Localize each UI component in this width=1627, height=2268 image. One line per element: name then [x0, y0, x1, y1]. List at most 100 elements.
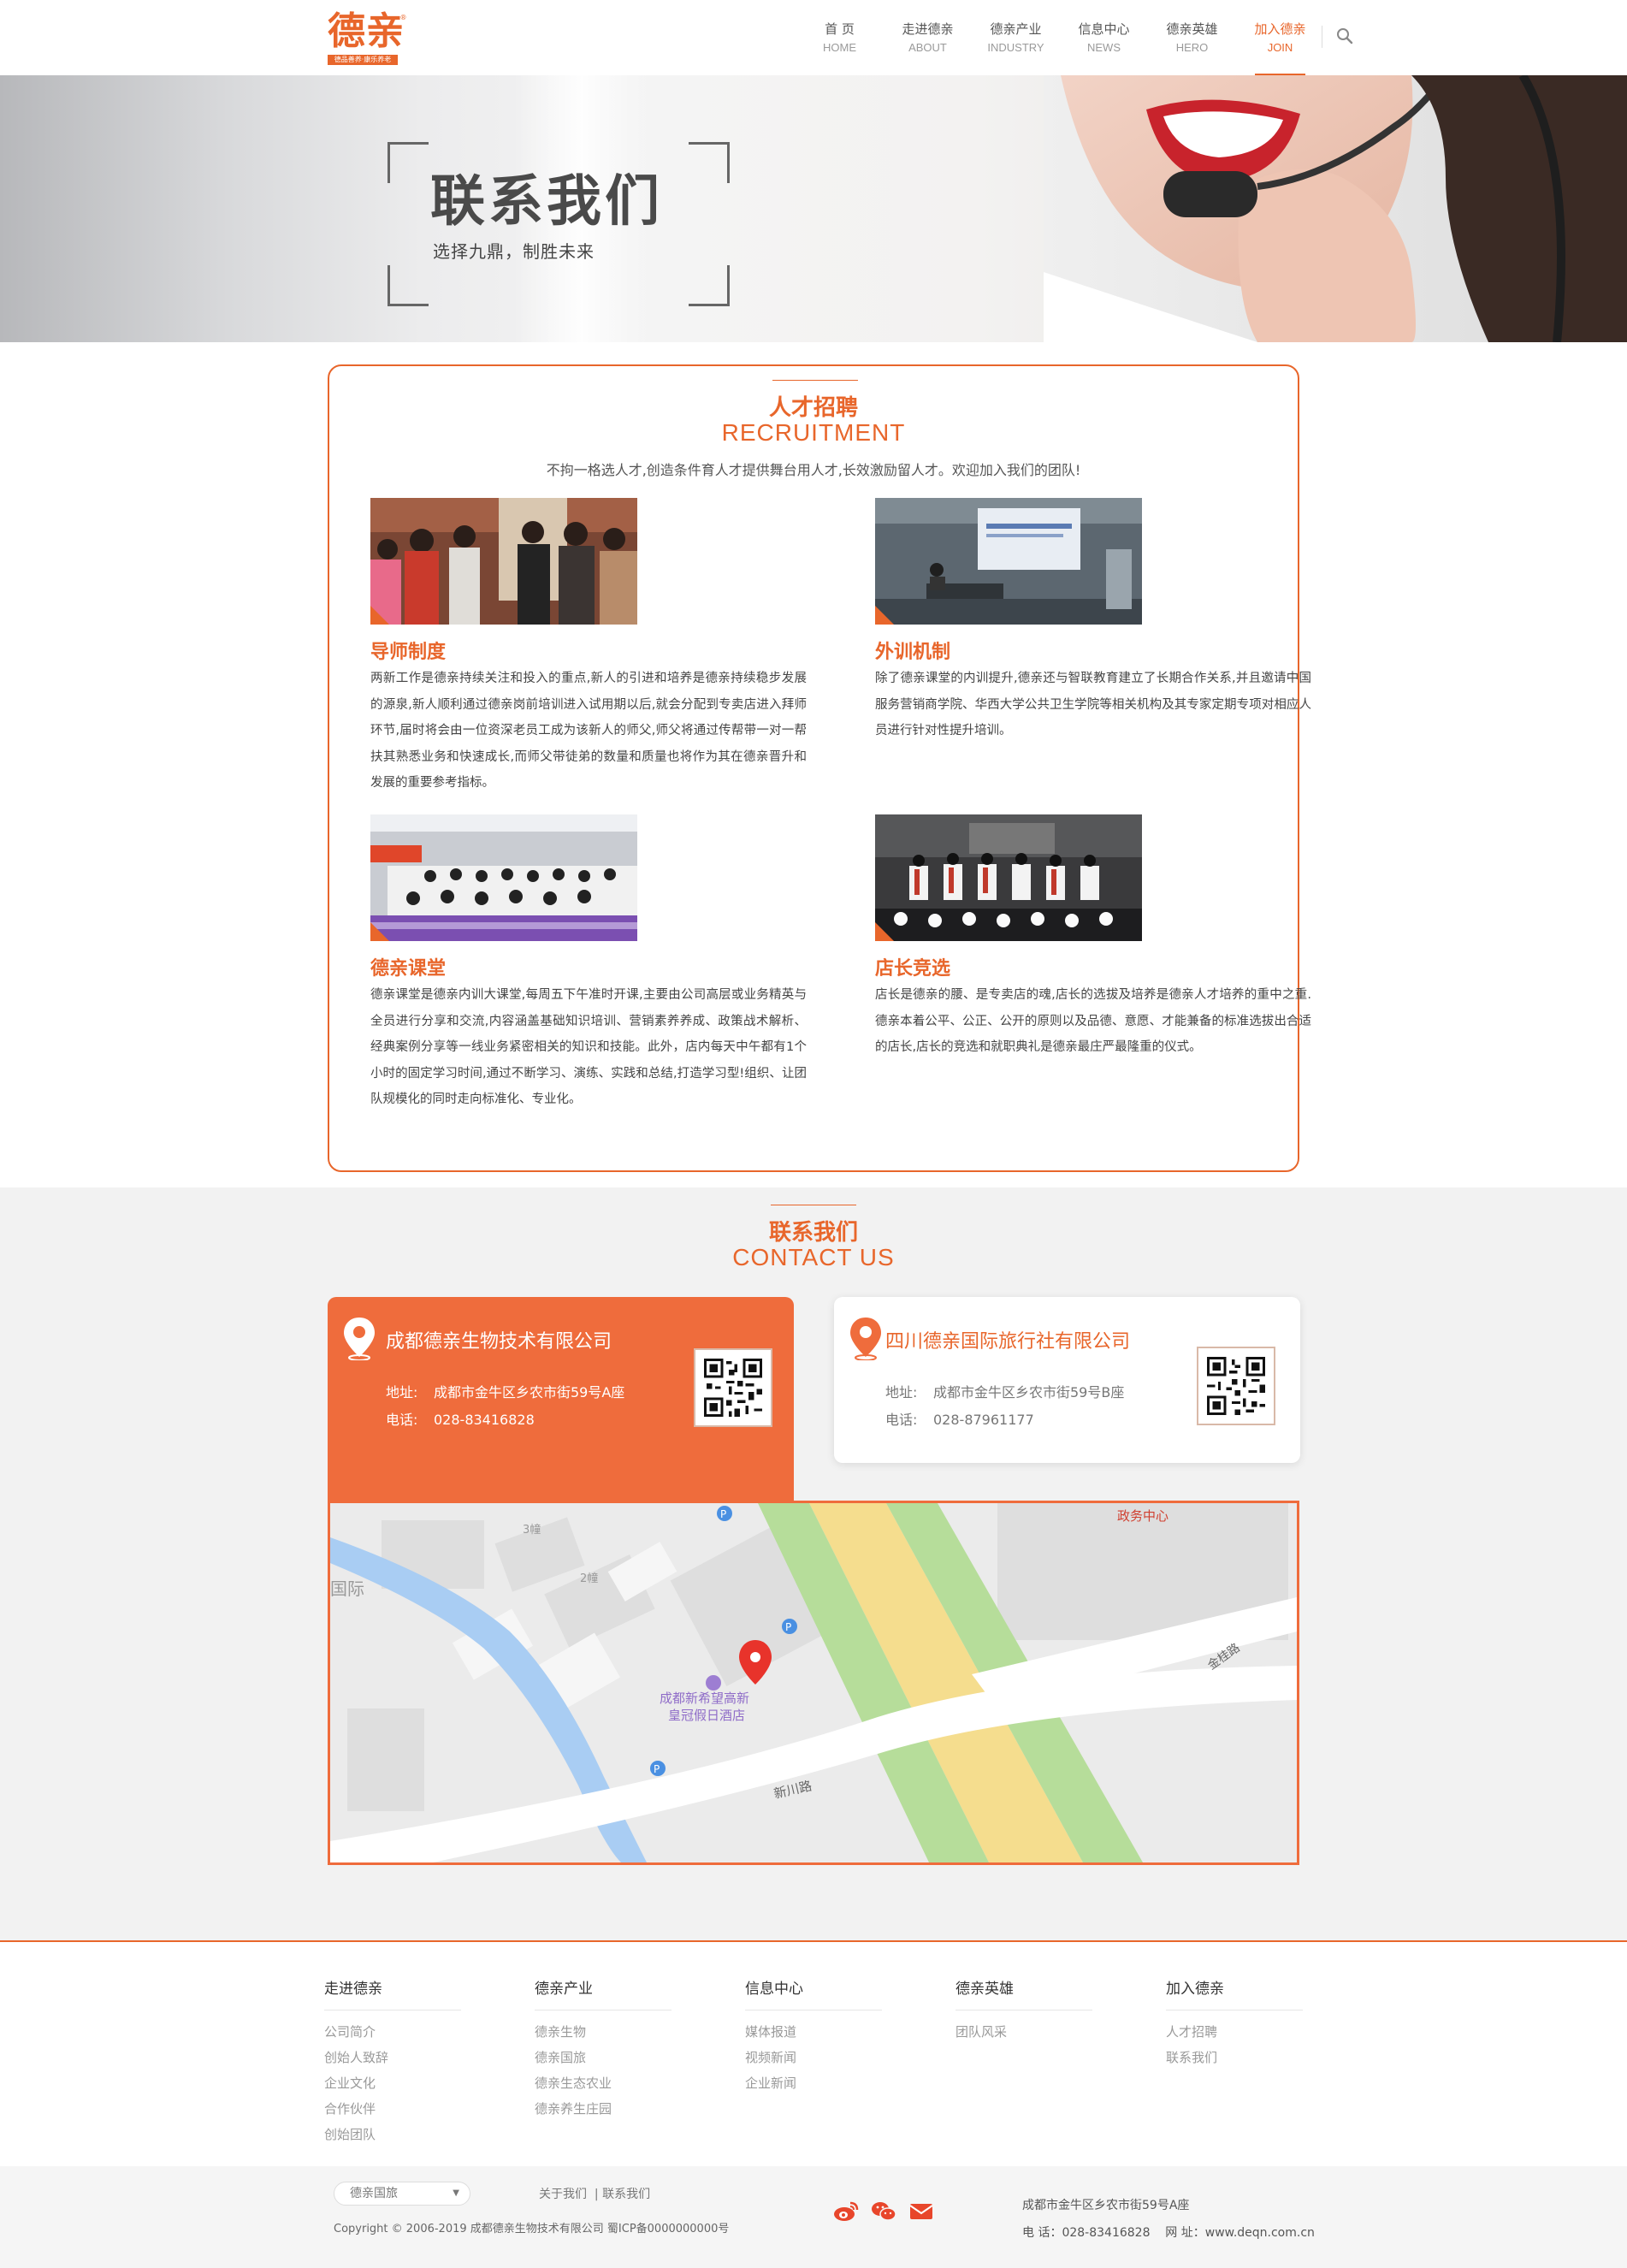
site-logo[interactable]: 德亲 德品善养·康乐养老 ®: [328, 10, 413, 65]
search-icon[interactable]: [1334, 26, 1355, 46]
recruit-item-text: 两新工作是德亲持续关注和投入的重点,新人的引进和培养是德亲持续稳步发展的源泉,新…: [370, 672, 807, 790]
nav-join[interactable]: 加入德亲 JOIN: [1236, 19, 1324, 75]
wechat-icon[interactable]: [871, 2200, 896, 2223]
footer-link[interactable]: 公司简介: [324, 2019, 512, 2045]
footer-column-hero: 德亲英雄 团队风采: [955, 1976, 1144, 2045]
location-pin-icon: [850, 1318, 881, 1360]
footer-link[interactable]: 企业文化: [324, 2070, 512, 2096]
location-map[interactable]: 新川路 金桂路 国际 3幢 2幢 政务中心 成都新希望高新 皇冠假日酒店 P P…: [328, 1501, 1299, 1865]
footer-bottom: 德亲国旅 ▼ 关于我们 | 联系我们 Copyright © 2006-2019…: [0, 2166, 1627, 2268]
map-poi-label: 政务中心: [1117, 1508, 1168, 1524]
copyright-text: Copyright © 2006-2019 成都德亲生物技术有限公司 蜀ICP备…: [334, 2223, 730, 2235]
footer-link[interactable]: 德亲生态农业: [535, 2070, 723, 2096]
page-subtitle: 选择九鼎，制胜未来: [433, 241, 595, 262]
footer-link[interactable]: 企业新闻: [745, 2070, 933, 2096]
footer-link[interactable]: 创始人致辞: [324, 2045, 512, 2070]
footer-phone: 028-83416828: [1062, 2226, 1151, 2240]
map-building-label: 3幢: [523, 1523, 541, 1537]
logo-tagline: 德品善养·康乐养老: [328, 55, 398, 65]
about-link[interactable]: 关于我们: [539, 2188, 587, 2201]
mentor-photo: [370, 498, 637, 625]
recruitment-title-en: RECRUITMENT: [721, 419, 906, 446]
site-select-dropdown[interactable]: 德亲国旅 ▼: [334, 2182, 470, 2206]
company-card-travel[interactable]: 四川德亲国际旅行社有限公司 地址: 成都市金牛区乡农市街59号B座 电话: 028-…: [834, 1297, 1300, 1463]
footer-link[interactable]: 合作伙伴: [324, 2096, 512, 2122]
page-title: 联系我们: [430, 170, 663, 234]
main-nav: 首 页 HOME 走进德亲 ABOUT 德亲产业 INDUSTRY 信息中心 N…: [796, 19, 1324, 75]
classroom-photo: [370, 814, 637, 941]
footer-link[interactable]: 德亲国旅: [535, 2045, 723, 2070]
recruit-item-classroom: 德亲课堂 德亲课堂是德亲内训大课堂,每周五下午准时开课,主要由公司高层或业务精英…: [370, 814, 807, 1113]
map-hotel-label: 成都新希望高新: [660, 1691, 749, 1706]
company-name: 四川德亲国际旅行社有限公司: [885, 1331, 1131, 1353]
external-training-photo: [875, 498, 1142, 625]
social-icons: [833, 2200, 934, 2223]
recruitment-description: 不拘一格选人才,创造条件育人才提供舞台用人才,长效激励留人才。欢迎加入我们的团队…: [546, 462, 1081, 478]
company-address: 成都市金牛区乡农市街59号A座: [434, 1384, 625, 1400]
location-pin-icon: [344, 1318, 375, 1360]
footer-bottom-links: 关于我们 | 联系我们: [539, 2188, 651, 2201]
footer-column-title: 德亲英雄: [955, 1976, 1092, 2010]
chevron-down-icon: ▼: [453, 2188, 459, 2198]
recruit-item-title: 外训机制: [875, 642, 951, 663]
footer-column-title: 信息中心: [745, 1976, 882, 2010]
nav-home[interactable]: 首 页 HOME: [796, 19, 884, 75]
banner-photo-customer-service: [1044, 75, 1627, 342]
svg-text:P: P: [720, 1508, 726, 1520]
qr-code: [694, 1348, 772, 1427]
recruit-item-text: 德亲课堂是德亲内训大课堂,每周五下午准时开课,主要由公司高层或业务精英与全员进行…: [370, 988, 807, 1106]
footer-column-news: 信息中心 媒体报道 视频新闻 企业新闻: [745, 1976, 933, 2096]
nav-hero[interactable]: 德亲英雄 HERO: [1148, 19, 1236, 75]
nav-about[interactable]: 走进德亲 ABOUT: [884, 19, 972, 75]
site-select-value: 德亲国旅: [350, 2187, 398, 2200]
contact-title: 联系我们: [768, 1220, 858, 1246]
company-card-biotech[interactable]: 成都德亲生物技术有限公司 地址: 成都市金牛区乡农市街59号A座 电话: 028-8…: [328, 1297, 794, 1502]
contact-link[interactable]: 联系我们: [602, 2188, 650, 2201]
footer-link[interactable]: 创始团队: [324, 2122, 512, 2147]
logo-registered-mark: ®: [399, 14, 407, 21]
recruit-item-external-training: 外训机制 除了德亲课堂的内训提升,德亲还与智联教育建立了长期合作关系,并且邀请中…: [875, 498, 1311, 744]
svg-text:P: P: [785, 1621, 791, 1633]
footer-link[interactable]: 联系我们: [1166, 2045, 1354, 2070]
nav-industry[interactable]: 德亲产业 INDUSTRY: [972, 19, 1060, 75]
footer-column-about: 走进德亲 公司简介 创始人致辞 企业文化 合作伙伴 创始团队: [324, 1976, 512, 2147]
recruitment-section: 人才招聘 RECRUITMENT 不拘一格选人才,创造条件育人才提供舞台用人才,…: [328, 364, 1311, 1172]
footer-column-industry: 德亲产业 德亲生物 德亲国旅 德亲生态农业 德亲养生庄园: [535, 1976, 723, 2122]
recruit-item-title: 德亲课堂: [370, 958, 447, 980]
footer-link[interactable]: 视频新闻: [745, 2045, 933, 2070]
page-banner: 联系我们 选择九鼎，制胜未来: [0, 75, 1627, 342]
site-header: 德亲 德品善养·康乐养老 ® 首 页 HOME 走进德亲 ABOUT 德亲产业 …: [0, 0, 1627, 75]
recruitment-title: 人才招聘: [768, 395, 858, 421]
map-building-label: 2幢: [580, 1572, 598, 1585]
company-address: 成都市金牛区乡农市街59号B座: [933, 1384, 1125, 1400]
recruit-item-text: 除了德亲课堂的内训提升,德亲还与智联教育建立了长期合作关系,并且邀请中国服务营销…: [875, 672, 1311, 737]
footer-link[interactable]: 人才招聘: [1166, 2019, 1354, 2045]
footer-column-join: 加入德亲 人才招聘 联系我们: [1166, 1976, 1354, 2070]
recruit-item-title: 店长竞选: [875, 958, 951, 980]
footer-links: 走进德亲 公司简介 创始人致辞 企业文化 合作伙伴 创始团队 德亲产业 德亲生物…: [0, 1942, 1627, 2166]
weibo-icon[interactable]: [833, 2200, 859, 2223]
footer-column-title: 走进德亲: [324, 1976, 461, 2010]
map-hotel-label-2: 皇冠假日酒店: [668, 1708, 745, 1723]
contact-title-en: CONTACT US: [732, 1244, 895, 1270]
recruit-item-text: 店长是德亲的腰、是专卖店的魂,店长的选拔及培养是德亲人才培养的重中之重.德亲本着…: [875, 988, 1311, 1054]
company-phone-row: 电话: 028-87961177: [885, 1412, 1034, 1428]
footer-link[interactable]: 德亲养生庄园: [535, 2096, 723, 2122]
company-address-row: 地址: 成都市金牛区乡农市街59号A座: [386, 1384, 625, 1400]
footer-address: 成都市金牛区乡农市街59号A座: [1022, 2199, 1190, 2212]
company-phone: 028-87961177: [933, 1412, 1034, 1428]
footer-link[interactable]: 团队风采: [955, 2019, 1144, 2045]
banner-title-frame: 联系我们 选择九鼎，制胜未来: [388, 142, 730, 306]
company-phone: 028-83416828: [434, 1412, 535, 1428]
recruit-item-title: 导师制度: [370, 642, 447, 663]
footer-contact-info: 成都市金牛区乡农市街59号A座 电 话：028-83416828 网 址：www…: [1022, 2192, 1315, 2247]
email-icon[interactable]: [908, 2200, 934, 2223]
footer-link[interactable]: 媒体报道: [745, 2019, 933, 2045]
footer-link[interactable]: 德亲生物: [535, 2019, 723, 2045]
footer-column-title: 德亲产业: [535, 1976, 672, 2010]
footer-website[interactable]: www.deqn.com.cn: [1205, 2226, 1315, 2240]
company-address-row: 地址: 成都市金牛区乡农市街59号B座: [885, 1384, 1125, 1400]
store-manager-photo: [875, 814, 1142, 941]
company-name: 成都德亲生物技术有限公司: [386, 1331, 612, 1353]
nav-news[interactable]: 信息中心 NEWS: [1060, 19, 1148, 75]
